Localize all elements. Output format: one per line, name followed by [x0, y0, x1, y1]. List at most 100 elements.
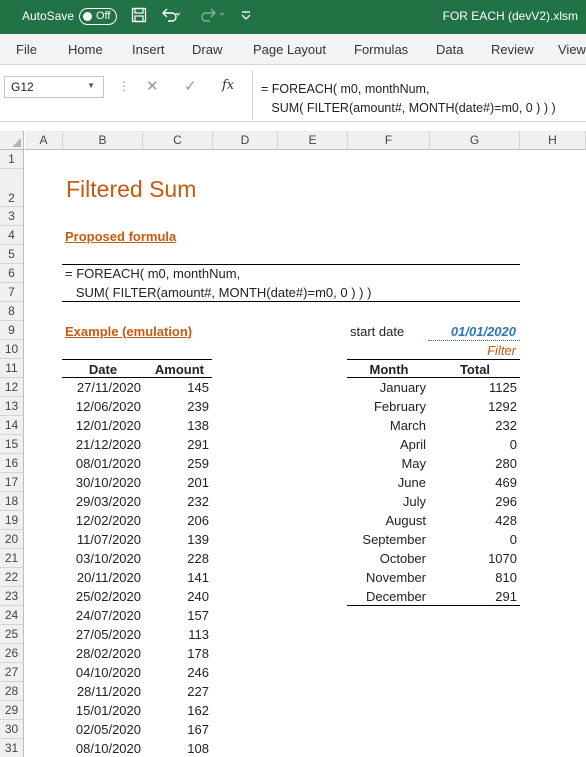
tab-page-layout[interactable]: Page Layout: [253, 42, 326, 57]
month-cell[interactable]: August: [348, 513, 426, 528]
tab-file[interactable]: File: [16, 42, 37, 57]
row-header-5[interactable]: 5: [0, 245, 24, 264]
row-header-10[interactable]: 10: [0, 340, 24, 359]
insert-function-icon[interactable]: fx: [222, 78, 234, 93]
row-header-7[interactable]: 7: [0, 283, 24, 302]
select-all-button[interactable]: [0, 131, 24, 150]
date-cell[interactable]: 21/12/2020: [63, 437, 141, 452]
date-cell[interactable]: 02/05/2020: [63, 722, 141, 737]
row-header-27[interactable]: 27: [0, 663, 24, 682]
month-cell[interactable]: December: [348, 589, 426, 604]
month-cell[interactable]: June: [348, 475, 426, 490]
month-cell[interactable]: January: [348, 380, 426, 395]
row-header-19[interactable]: 19: [0, 511, 24, 530]
date-cell[interactable]: 11/07/2020: [63, 532, 141, 547]
column-header-c[interactable]: C: [143, 131, 213, 150]
month-cell[interactable]: September: [348, 532, 426, 547]
total-cell[interactable]: 1292: [430, 399, 517, 414]
amount-cell[interactable]: 227: [143, 684, 209, 699]
row-header-1[interactable]: 1: [0, 150, 24, 169]
date-cell[interactable]: 12/01/2020: [63, 418, 141, 433]
amount-cell[interactable]: 162: [143, 703, 209, 718]
month-cell[interactable]: May: [348, 456, 426, 471]
row-header-30[interactable]: 30: [0, 720, 24, 739]
column-header-b[interactable]: B: [63, 131, 143, 150]
formula-input[interactable]: = FOREACH( m0, monthNum, SUM( FILTER(amo…: [252, 70, 582, 120]
total-cell[interactable]: 280: [430, 456, 517, 471]
month-cell[interactable]: April: [348, 437, 426, 452]
tab-data[interactable]: Data: [436, 42, 463, 57]
column-header-h[interactable]: H: [520, 131, 586, 150]
total-cell[interactable]: 0: [430, 532, 517, 547]
start-date-input[interactable]: 01/01/2020: [430, 324, 516, 339]
row-header-18[interactable]: 18: [0, 492, 24, 511]
amount-cell[interactable]: 139: [143, 532, 209, 547]
total-cell[interactable]: 469: [430, 475, 517, 490]
date-cell[interactable]: 28/02/2020: [63, 646, 141, 661]
amount-cell[interactable]: 178: [143, 646, 209, 661]
date-cell[interactable]: 25/02/2020: [63, 589, 141, 604]
total-cell[interactable]: 810: [430, 570, 517, 585]
column-header-g[interactable]: G: [430, 131, 520, 150]
amount-cell[interactable]: 228: [143, 551, 209, 566]
row-header-24[interactable]: 24: [0, 606, 24, 625]
row-header-12[interactable]: 12: [0, 378, 24, 397]
row-header-13[interactable]: 13: [0, 397, 24, 416]
row-header-15[interactable]: 15: [0, 435, 24, 454]
enter-icon[interactable]: ✓: [184, 77, 197, 95]
amount-cell[interactable]: 240: [143, 589, 209, 604]
date-cell[interactable]: 28/11/2020: [63, 684, 141, 699]
row-header-11[interactable]: 11: [0, 359, 24, 378]
row-header-14[interactable]: 14: [0, 416, 24, 435]
row-header-16[interactable]: 16: [0, 454, 24, 473]
date-cell[interactable]: 08/01/2020: [63, 456, 141, 471]
tab-view[interactable]: View: [558, 42, 586, 57]
month-cell[interactable]: November: [348, 570, 426, 585]
total-cell[interactable]: 291: [430, 589, 517, 604]
amount-cell[interactable]: 145: [143, 380, 209, 395]
autosave-toggle[interactable]: Off: [79, 8, 117, 25]
date-cell[interactable]: 29/03/2020: [63, 494, 141, 509]
date-cell[interactable]: 04/10/2020: [63, 665, 141, 680]
column-header-f[interactable]: F: [348, 131, 430, 150]
month-cell[interactable]: July: [348, 494, 426, 509]
month-cell[interactable]: March: [348, 418, 426, 433]
row-header-28[interactable]: 28: [0, 682, 24, 701]
chevron-down-icon[interactable]: ▼: [87, 81, 95, 90]
row-header-29[interactable]: 29: [0, 701, 24, 720]
date-cell[interactable]: 30/10/2020: [63, 475, 141, 490]
amount-cell[interactable]: 246: [143, 665, 209, 680]
row-header-4[interactable]: 4: [0, 226, 24, 245]
tab-home[interactable]: Home: [68, 42, 103, 57]
row-header-9[interactable]: 9: [0, 321, 24, 340]
date-cell[interactable]: 03/10/2020: [63, 551, 141, 566]
total-cell[interactable]: 0: [430, 437, 517, 452]
date-cell[interactable]: 27/05/2020: [63, 627, 141, 642]
tab-insert[interactable]: Insert: [132, 42, 165, 57]
column-header-d[interactable]: D: [213, 131, 278, 150]
month-cell[interactable]: February: [348, 399, 426, 414]
name-box[interactable]: G12 ▼: [4, 76, 104, 98]
save-icon[interactable]: [131, 7, 147, 28]
row-header-25[interactable]: 25: [0, 625, 24, 644]
row-header-6[interactable]: 6: [0, 264, 24, 283]
date-cell[interactable]: 12/06/2020: [63, 399, 141, 414]
row-header-3[interactable]: 3: [0, 207, 24, 226]
date-cell[interactable]: 27/11/2020: [63, 380, 141, 395]
amount-cell[interactable]: 113: [143, 627, 209, 642]
amount-cell[interactable]: 206: [143, 513, 209, 528]
row-header-31[interactable]: 31: [0, 739, 24, 757]
total-cell[interactable]: 1070: [430, 551, 517, 566]
amount-cell[interactable]: 239: [143, 399, 209, 414]
row-header-2[interactable]: 2: [0, 169, 24, 207]
total-cell[interactable]: 296: [430, 494, 517, 509]
total-cell[interactable]: 232: [430, 418, 517, 433]
amount-cell[interactable]: 141: [143, 570, 209, 585]
customize-toolbar-icon[interactable]: [240, 7, 252, 28]
row-header-20[interactable]: 20: [0, 530, 24, 549]
row-header-8[interactable]: 8: [0, 302, 24, 321]
date-cell[interactable]: 24/07/2020: [63, 608, 141, 623]
redo-icon[interactable]: [200, 7, 226, 28]
amount-cell[interactable]: 201: [143, 475, 209, 490]
row-header-17[interactable]: 17: [0, 473, 24, 492]
